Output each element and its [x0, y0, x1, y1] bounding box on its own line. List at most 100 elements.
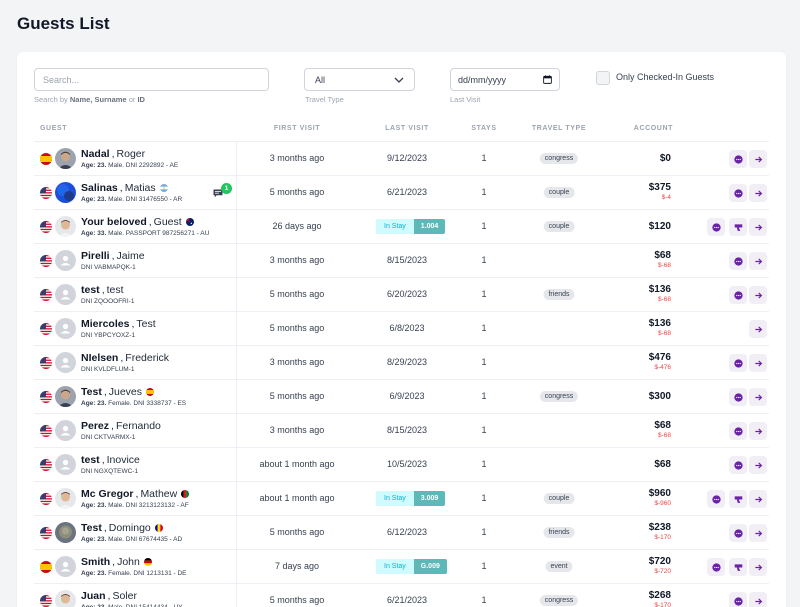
in-stay-badge[interactable]: In Stay G.009: [376, 559, 447, 574]
avatar[interactable]: [55, 556, 76, 577]
table-row[interactable]: Your beloved, Guest Age: 33. Male. PASSPO…: [34, 209, 769, 243]
header-account: ACCOUNT: [633, 125, 673, 132]
stays-count: 1: [481, 187, 487, 197]
table-row[interactable]: Test, Domingo Age: 23. Male. DNI 67674435…: [34, 515, 769, 549]
table-row[interactable]: NIelsen, Frederick DNI KVLDFLUM-1 3 months…: [34, 345, 769, 379]
avatar[interactable]: [55, 148, 76, 169]
guest-name[interactable]: Test, Domingo: [81, 522, 163, 534]
guest-name[interactable]: test, test: [81, 284, 124, 296]
table-row[interactable]: test, test DNI ZQOOOFRI-1 5 months ago 6/20…: [34, 277, 769, 311]
avatar[interactable]: [55, 182, 76, 203]
chat-button[interactable]: [707, 558, 725, 576]
chat-button[interactable]: [729, 456, 747, 474]
account-balance: $120: [649, 221, 671, 232]
guest-name[interactable]: Your beloved, Guest: [81, 216, 194, 228]
table-row[interactable]: Test, Jueves Age: 23. Female. DNI 3338737…: [34, 379, 769, 413]
open-guest-button[interactable]: [749, 490, 767, 508]
avatar[interactable]: [55, 420, 76, 441]
guest-name[interactable]: NIelsen, Frederick: [81, 352, 169, 364]
checked-in-checkbox[interactable]: [596, 71, 610, 85]
chat-button[interactable]: [729, 252, 747, 270]
open-guest-button[interactable]: [749, 422, 767, 440]
chat-button[interactable]: [729, 388, 747, 406]
first-visit: 3 months ago: [269, 357, 325, 367]
table-row[interactable]: Juan, SolerAge: 23. Male. DNI 15414434 -…: [34, 583, 769, 607]
calendar-icon[interactable]: [543, 75, 552, 84]
chat-button[interactable]: [729, 592, 747, 607]
guest-details: DNI CKTVARMX-1: [81, 434, 135, 441]
guest-name[interactable]: Miercoles, Test: [81, 318, 156, 330]
avatar[interactable]: [55, 454, 76, 475]
guest-name[interactable]: Juan, Soler: [81, 590, 137, 602]
table-row[interactable]: test, Inovice DNI NGXQTEWC-1 about 1 month…: [34, 447, 769, 481]
open-guest-button[interactable]: [749, 354, 767, 372]
chat-button[interactable]: [707, 218, 725, 236]
last-visit-date-input[interactable]: dd/mm/yyyy: [450, 68, 560, 91]
room-key-button[interactable]: [729, 490, 747, 508]
table-row[interactable]: Pirelli, Jaime DNI VABMAPQK-1 3 months ago…: [34, 243, 769, 277]
table-row[interactable]: Nadal, Roger Age: 23. Male. DNI 2292892 -…: [34, 141, 769, 175]
open-guest-button[interactable]: [749, 184, 767, 202]
chat-button[interactable]: [729, 150, 747, 168]
open-guest-button[interactable]: [749, 388, 767, 406]
travel-type-select[interactable]: All: [304, 68, 415, 91]
guest-name[interactable]: Mc Gregor, Mathew: [81, 488, 190, 500]
avatar[interactable]: [55, 522, 76, 543]
guest-name[interactable]: Pirelli, Jaime: [81, 250, 145, 262]
in-stay-badge[interactable]: In Stay 3.009: [376, 491, 446, 506]
avatar[interactable]: [55, 318, 76, 339]
avatar[interactable]: [55, 352, 76, 373]
chat-button[interactable]: [729, 354, 747, 372]
guest-surname: Test: [81, 522, 102, 534]
search-input[interactable]: [34, 68, 269, 91]
table-row[interactable]: Mc Gregor, Mathew Age: 23. Male. DNI 3213…: [34, 481, 769, 515]
message-count: 1: [221, 183, 232, 194]
open-guest-button[interactable]: [749, 456, 767, 474]
table-row[interactable]: Salinas, Matias Age: 23. Male. DNI 314765…: [34, 175, 769, 209]
chat-button[interactable]: [729, 422, 747, 440]
open-guest-button[interactable]: [749, 524, 767, 542]
open-guest-button[interactable]: [749, 150, 767, 168]
chat-button[interactable]: [707, 490, 725, 508]
guest-name[interactable]: test, Inovice: [81, 454, 140, 466]
open-guest-button[interactable]: [749, 286, 767, 304]
stays-count: 1: [481, 425, 487, 435]
open-guest-button[interactable]: [749, 558, 767, 576]
open-guest-button[interactable]: [749, 592, 767, 607]
guest-name[interactable]: Smith, John: [81, 556, 152, 568]
account-amount: $268: [648, 590, 671, 601]
open-guest-button[interactable]: [749, 320, 767, 338]
avatar[interactable]: [55, 386, 76, 407]
open-guest-button[interactable]: [749, 218, 767, 236]
stays-count: 1: [481, 323, 487, 333]
in-stay-badge[interactable]: In Stay 1.004: [376, 219, 446, 234]
chat-button[interactable]: [729, 524, 747, 542]
avatar[interactable]: [55, 488, 76, 509]
guest-name[interactable]: Nadal, Roger: [81, 148, 145, 160]
messages-badge[interactable]: 1: [213, 183, 235, 201]
chat-button[interactable]: [729, 184, 747, 202]
account-owed: $-170: [654, 602, 671, 607]
avatar[interactable]: [55, 216, 76, 237]
guest-name[interactable]: Test, Jueves: [81, 386, 155, 398]
table-row[interactable]: Miercoles, Test DNI YBPCYOXZ-1 5 months ag…: [34, 311, 769, 345]
guest-first-name: Mathew: [140, 488, 178, 500]
avatar[interactable]: [55, 284, 76, 305]
guest-details: DNI KVLDFLUM-1: [81, 366, 134, 373]
guest-document: Male. PASSPORT 987256271 - AU: [106, 230, 210, 237]
avatar[interactable]: [55, 250, 76, 271]
guest-name-sep: ,: [111, 420, 114, 432]
guest-document: Male. DNI 2292892 - AE: [106, 162, 179, 169]
chat-button[interactable]: [729, 286, 747, 304]
guest-first-name: Domingo: [108, 522, 151, 534]
guest-name-sep: ,: [135, 488, 139, 500]
guest-name[interactable]: Perez, Fernando: [81, 420, 161, 432]
stays-count: 1: [481, 459, 487, 469]
avatar[interactable]: [55, 590, 76, 607]
room-key-button[interactable]: [729, 558, 747, 576]
room-key-button[interactable]: [729, 218, 747, 236]
table-row[interactable]: Smith, John Age: 23. Female. DNI 1213131 …: [34, 549, 769, 583]
guest-name[interactable]: Salinas, Matias: [81, 182, 168, 194]
table-row[interactable]: Perez, Fernando DNI CKTVARMX-1 3 months ag…: [34, 413, 769, 447]
open-guest-button[interactable]: [749, 252, 767, 270]
